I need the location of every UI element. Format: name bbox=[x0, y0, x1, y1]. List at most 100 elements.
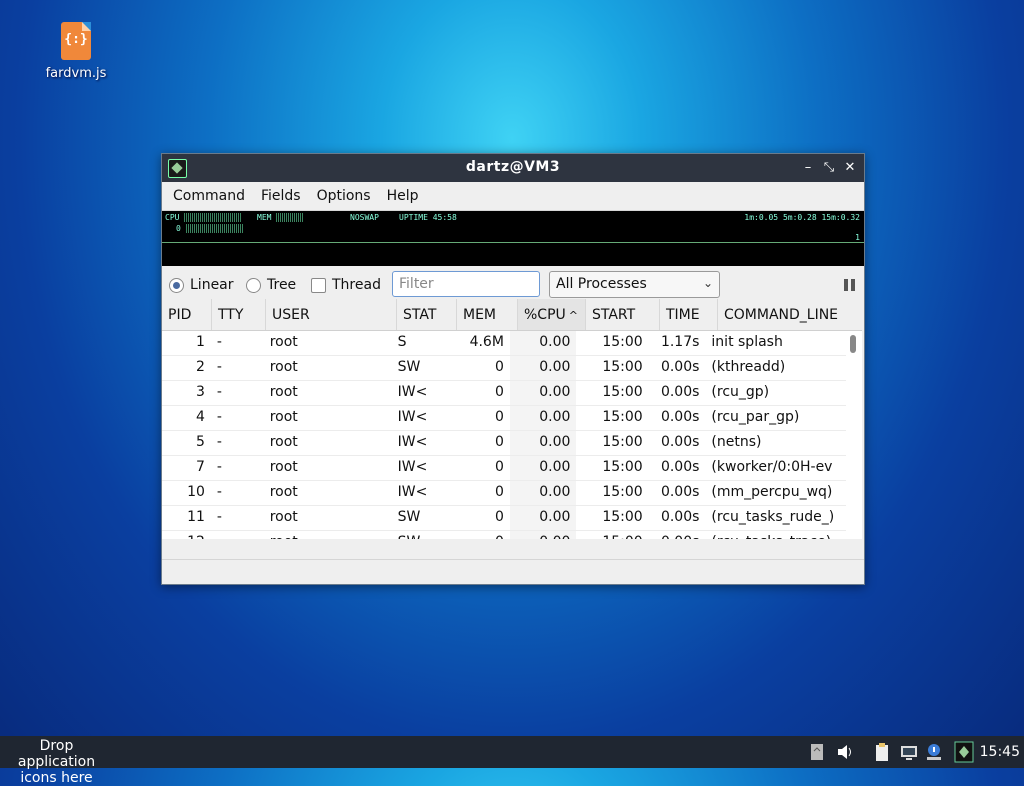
cpu-meter-bars bbox=[184, 213, 243, 222]
notification-icon[interactable] bbox=[925, 742, 943, 762]
column-header-cpu[interactable]: %CPU ^ bbox=[518, 299, 586, 330]
cell-pid: 3 bbox=[195, 384, 205, 400]
table-row[interactable]: 3- root IW< 0 0.00 15:00 0.00s (rcu_gp) bbox=[162, 381, 846, 406]
cell-user: root bbox=[269, 484, 298, 500]
menu-command[interactable]: Command bbox=[165, 188, 253, 204]
cell-start: 15:00 bbox=[602, 484, 643, 500]
menu-help[interactable]: Help bbox=[379, 188, 427, 204]
menu-options[interactable]: Options bbox=[309, 188, 379, 204]
table-row[interactable]: 4- root IW< 0 0.00 15:00 0.00s (rcu_par_gp) bbox=[162, 406, 846, 431]
column-header-command[interactable]: COMMAND_LINE bbox=[718, 299, 862, 330]
cell-start: 15:00 bbox=[602, 334, 643, 350]
vertical-scrollbar[interactable] bbox=[850, 335, 856, 353]
cell-pid: 11 bbox=[187, 509, 205, 525]
cell-user: root bbox=[264, 531, 392, 539]
cell-command: (mm_percpu_wq) bbox=[711, 484, 833, 500]
cell-start: 15:00 bbox=[602, 509, 643, 525]
cell-time: 0.00s bbox=[660, 409, 700, 425]
pause-icon[interactable] bbox=[844, 279, 856, 291]
cell-pid: 7 bbox=[195, 459, 205, 475]
cell-stat: S bbox=[397, 334, 407, 350]
desktop-file-icon[interactable]: {:} fardvm.js bbox=[38, 22, 114, 81]
cell-command: (rcu_tasks_rude_) bbox=[711, 509, 835, 525]
thread-label[interactable]: Thread bbox=[332, 277, 381, 293]
minimize-button[interactable]: – bbox=[799, 158, 817, 178]
cell-start: 15:00 bbox=[602, 459, 643, 475]
table-row[interactable]: 12-rootSW00.0015:000.00s(rcu_tasks_trace… bbox=[162, 531, 846, 539]
column-header-stat[interactable]: STAT bbox=[397, 299, 457, 330]
cell-start: 15:00 bbox=[576, 531, 648, 539]
cell-stat: SW bbox=[392, 531, 451, 539]
cell-command: (kthreadd) bbox=[711, 359, 786, 375]
table-row[interactable]: 10- root IW< 0 0.00 15:00 0.00s (mm_percpu_wq) bbox=[162, 481, 846, 506]
launcher-drop-zone[interactable]: Drop application icons here bbox=[0, 738, 113, 786]
cell-cpu: 0.00 bbox=[509, 531, 577, 539]
tree-radio[interactable] bbox=[246, 278, 261, 293]
column-header-time[interactable]: TIME bbox=[660, 299, 718, 330]
cell-user: root bbox=[269, 359, 298, 375]
cell-start: 15:00 bbox=[602, 434, 643, 450]
clock[interactable]: 15:45 bbox=[980, 744, 1020, 760]
cell-mem: 0 bbox=[450, 531, 510, 539]
tree-label[interactable]: Tree bbox=[267, 277, 296, 293]
cell-tty: - bbox=[216, 359, 222, 375]
column-header-user[interactable]: USER bbox=[266, 299, 397, 330]
javascript-file-icon: {:} bbox=[61, 22, 91, 60]
cell-start: 15:00 bbox=[602, 359, 643, 375]
clipboard-icon[interactable] bbox=[873, 742, 891, 762]
network-icon[interactable] bbox=[900, 742, 918, 762]
task-manager-icon[interactable] bbox=[954, 741, 974, 763]
cell-stat: SW bbox=[397, 359, 421, 375]
mem-meter-bars bbox=[276, 213, 305, 222]
menu-fields[interactable]: Fields bbox=[253, 188, 309, 204]
cell-mem: 0 bbox=[495, 359, 504, 375]
menu-bar: Command Fields Options Help bbox=[162, 182, 864, 211]
column-header-mem[interactable]: MEM bbox=[457, 299, 518, 330]
desktop-icon-label: fardvm.js bbox=[45, 66, 107, 81]
cell-tty: - bbox=[216, 509, 222, 525]
thread-checkbox[interactable] bbox=[311, 278, 326, 293]
cell-stat: IW< bbox=[397, 384, 428, 400]
column-header-start[interactable]: START bbox=[586, 299, 660, 330]
cell-pid: 2 bbox=[195, 359, 205, 375]
cell-tty: - bbox=[216, 484, 222, 500]
table-row[interactable]: 2- root SW 0 0.00 15:00 0.00s (kthreadd) bbox=[162, 356, 846, 381]
linear-label[interactable]: Linear bbox=[190, 277, 234, 293]
cell-command: (rcu_tasks_trace) bbox=[705, 531, 846, 539]
close-button[interactable]: ✕ bbox=[841, 158, 859, 178]
cell-command: (rcu_par_gp) bbox=[711, 409, 800, 425]
cell-cpu: 0.00 bbox=[509, 331, 577, 355]
table-row[interactable]: 1- root S 4.6M 0.00 15:00 1.17s init splash bbox=[162, 331, 846, 356]
cell-tty: - bbox=[211, 531, 264, 539]
uptime-label: UPTIME 45:58 bbox=[399, 213, 457, 222]
table-row[interactable]: 11- root SW 0 0.00 15:00 0.00s (rcu_tasks_rude_… bbox=[162, 506, 846, 531]
table-row[interactable]: 5- root IW< 0 0.00 15:00 0.00s (netns) bbox=[162, 431, 846, 456]
battery-icon[interactable] bbox=[808, 742, 826, 762]
window-titlebar[interactable]: dartz@VM3 – ⤡ ✕ bbox=[162, 154, 864, 182]
linear-radio[interactable] bbox=[169, 278, 184, 293]
column-header-pid[interactable]: PID bbox=[162, 299, 212, 330]
process-scope-select[interactable]: All Processes ⌄ bbox=[549, 271, 720, 298]
cell-start: 15:00 bbox=[602, 384, 643, 400]
window-title: dartz@VM3 bbox=[465, 159, 561, 175]
cell-pid: 12 bbox=[162, 531, 211, 539]
cell-mem: 0 bbox=[495, 434, 504, 450]
table-row[interactable]: 7- root IW< 0 0.00 15:00 0.00s (kworker/0:0H-ev bbox=[162, 456, 846, 481]
table-header: PID TTY USER STAT MEM %CPU ^ START TIME C… bbox=[162, 299, 862, 331]
chevron-down-icon: ⌄ bbox=[702, 276, 713, 290]
cpu-meter-label: CPU bbox=[165, 213, 180, 222]
maximize-button[interactable]: ⤡ bbox=[820, 158, 838, 178]
mem-meter-label: MEM bbox=[257, 213, 272, 222]
cell-stat: IW< bbox=[397, 459, 428, 475]
filter-input[interactable] bbox=[392, 271, 540, 297]
cell-tty: - bbox=[216, 334, 222, 350]
volume-icon[interactable] bbox=[836, 742, 854, 762]
cell-time: 0.00s bbox=[660, 484, 700, 500]
cell-cpu: 0.00 bbox=[509, 406, 577, 430]
cell-tty: - bbox=[216, 459, 222, 475]
cell-mem: 4.6M bbox=[469, 334, 504, 350]
column-header-tty[interactable]: TTY bbox=[212, 299, 266, 330]
cell-cpu: 0.00 bbox=[509, 456, 577, 480]
cell-user: root bbox=[269, 459, 298, 475]
meter-corner-mark: 1 bbox=[855, 233, 860, 242]
